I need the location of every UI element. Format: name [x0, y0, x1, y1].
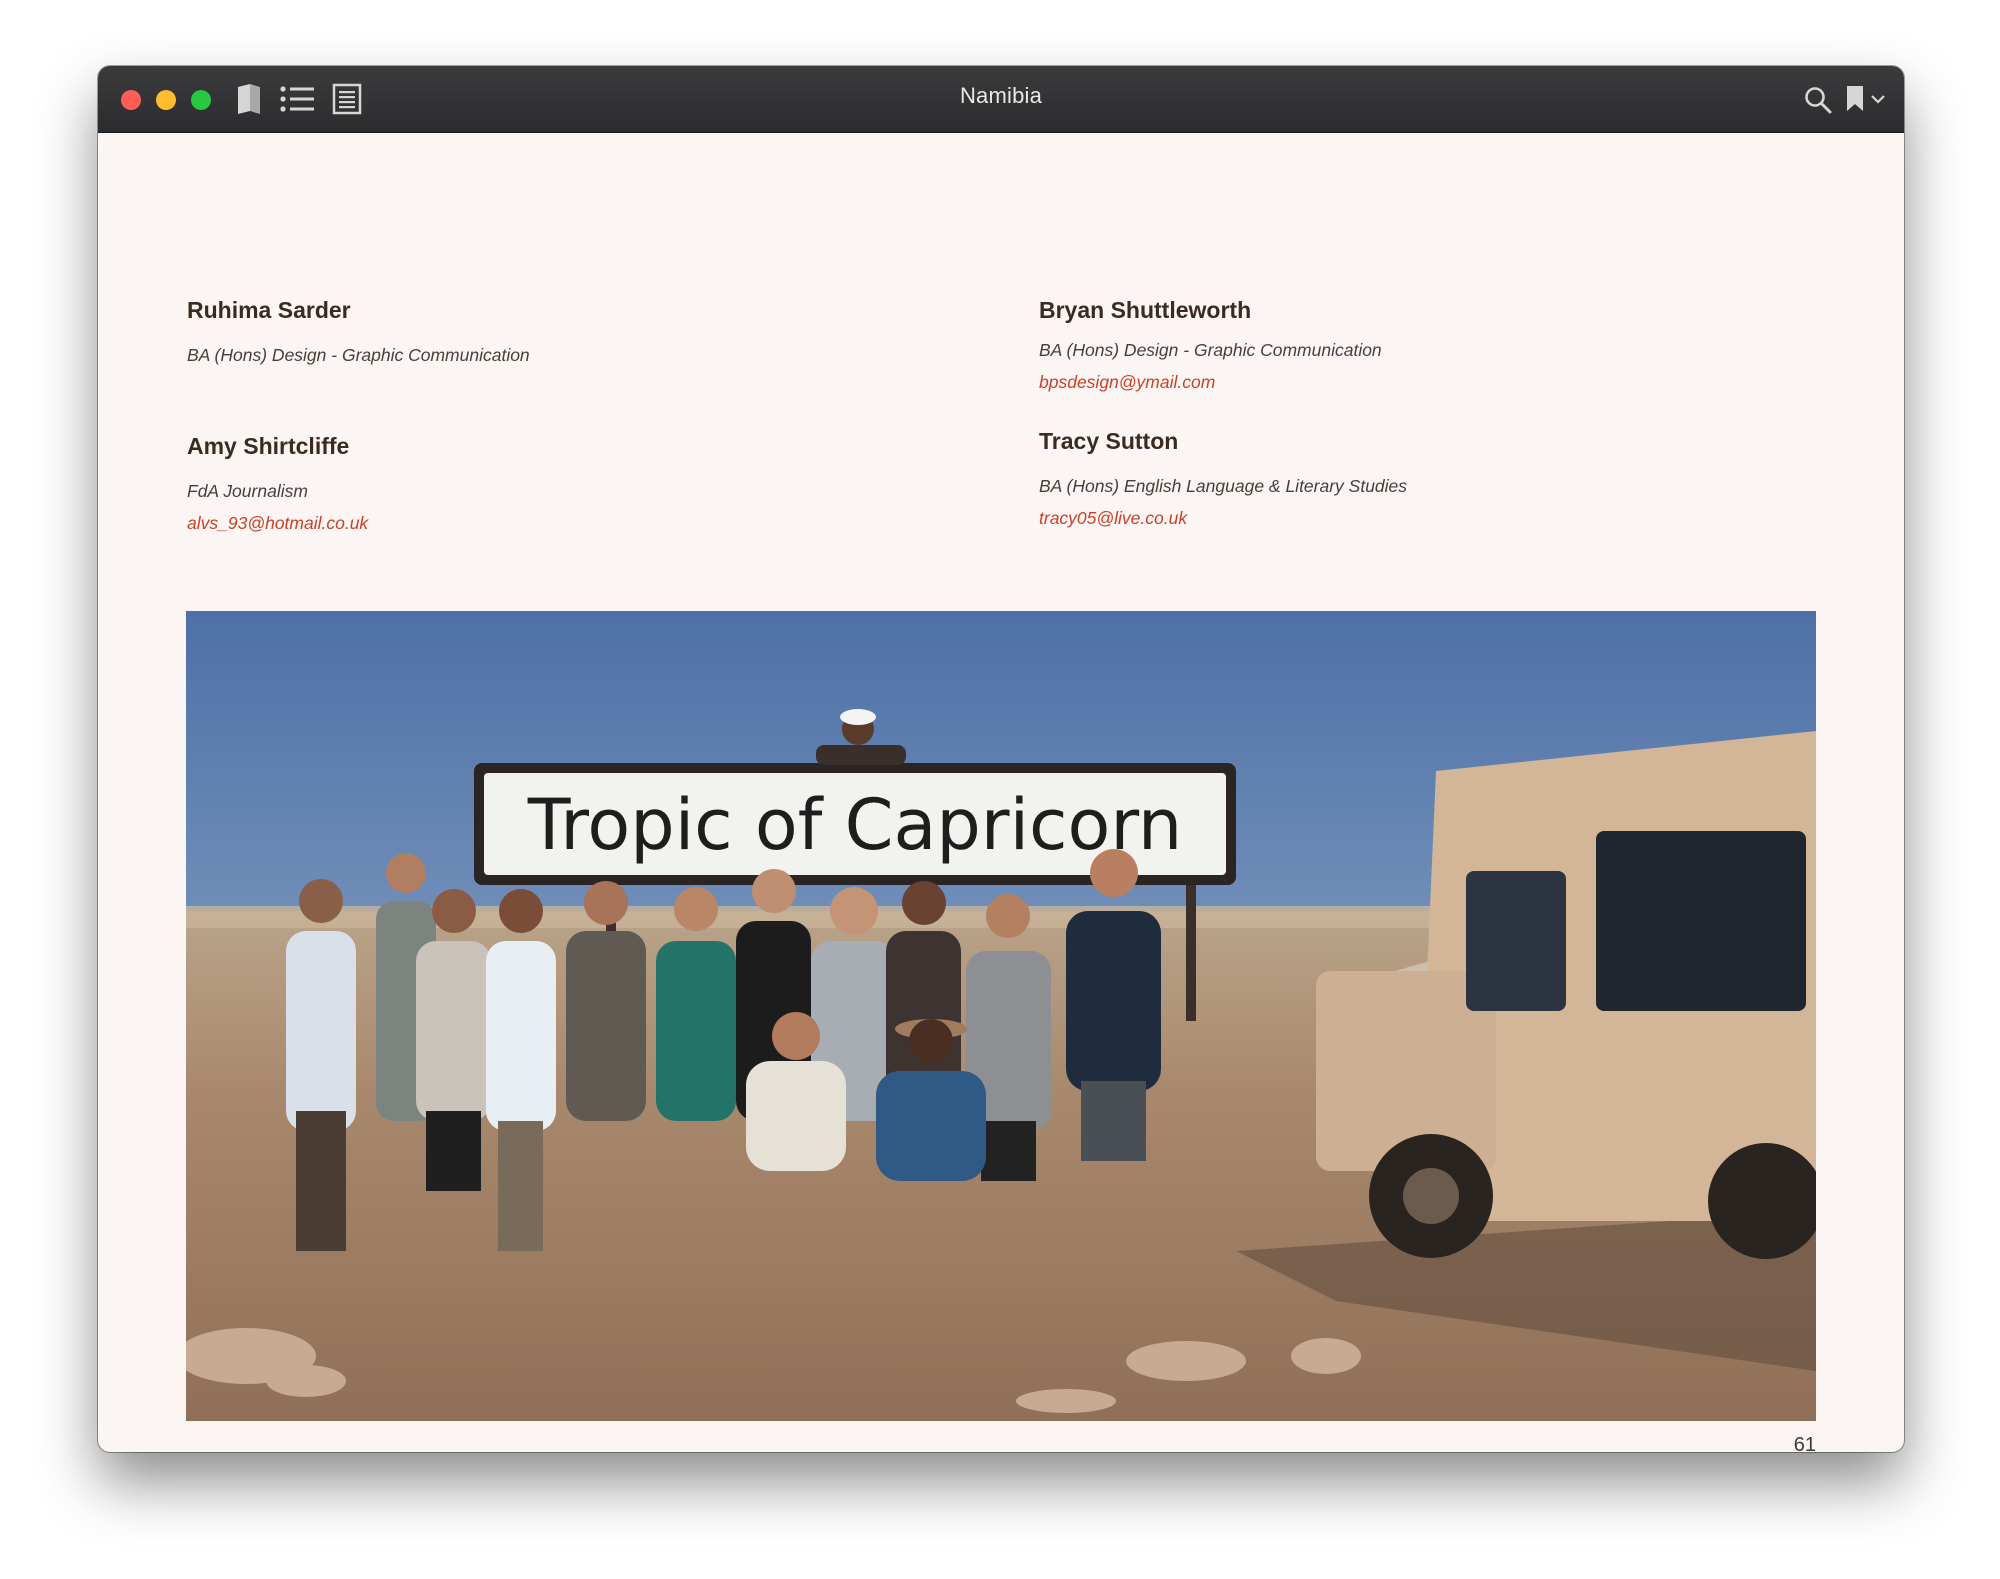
reader-window: Namibia Ruhima Sarder BA (Hons) Design -… — [98, 66, 1904, 1452]
student-email-link[interactable]: tracy05@live.co.uk — [1039, 508, 1187, 529]
page-content: Ruhima Sarder BA (Hons) Design - Graphic… — [98, 132, 1904, 1452]
title-bar: Namibia — [98, 66, 1904, 133]
student-email-link[interactable]: alvs_93@hotmail.co.uk — [187, 513, 368, 534]
student-entry: Bryan Shuttleworth BA (Hons) Design - Gr… — [1039, 297, 1799, 392]
student-entry: Tracy Sutton BA (Hons) English Language … — [1039, 428, 1799, 528]
student-name: Bryan Shuttleworth — [1039, 297, 1252, 323]
student-name: Ruhima Sarder — [187, 297, 351, 323]
student-program: BA (Hons) Design - Graphic Communication — [1039, 340, 1382, 360]
student-program: FdA Journalism — [187, 481, 308, 501]
student-email-link[interactable]: bpsdesign@ymail.com — [1039, 372, 1215, 393]
page-number: 61 — [1793, 1434, 1816, 1452]
sign-text: Tropic of Capricorn — [527, 784, 1183, 866]
bookmark-icon[interactable] — [1846, 86, 1864, 112]
window-title: Namibia — [959, 83, 1043, 108]
student-entry: Amy Shirtcliffe FdA Journalism alvs_93@h… — [187, 433, 947, 533]
student-program: BA (Hons) English Language & Literary St… — [1039, 476, 1408, 496]
student-name: Tracy Sutton — [1039, 428, 1179, 454]
student-entry: Ruhima Sarder BA (Hons) Design - Graphic… — [187, 297, 947, 365]
chevron-down-icon[interactable] — [1871, 95, 1885, 105]
search-icon[interactable] — [1804, 86, 1832, 114]
student-program: BA (Hons) Design - Graphic Communication — [187, 345, 530, 365]
student-name: Amy Shirtcliffe — [187, 433, 350, 459]
group-photo: Tropic of Capricorn — [186, 611, 1816, 1421]
